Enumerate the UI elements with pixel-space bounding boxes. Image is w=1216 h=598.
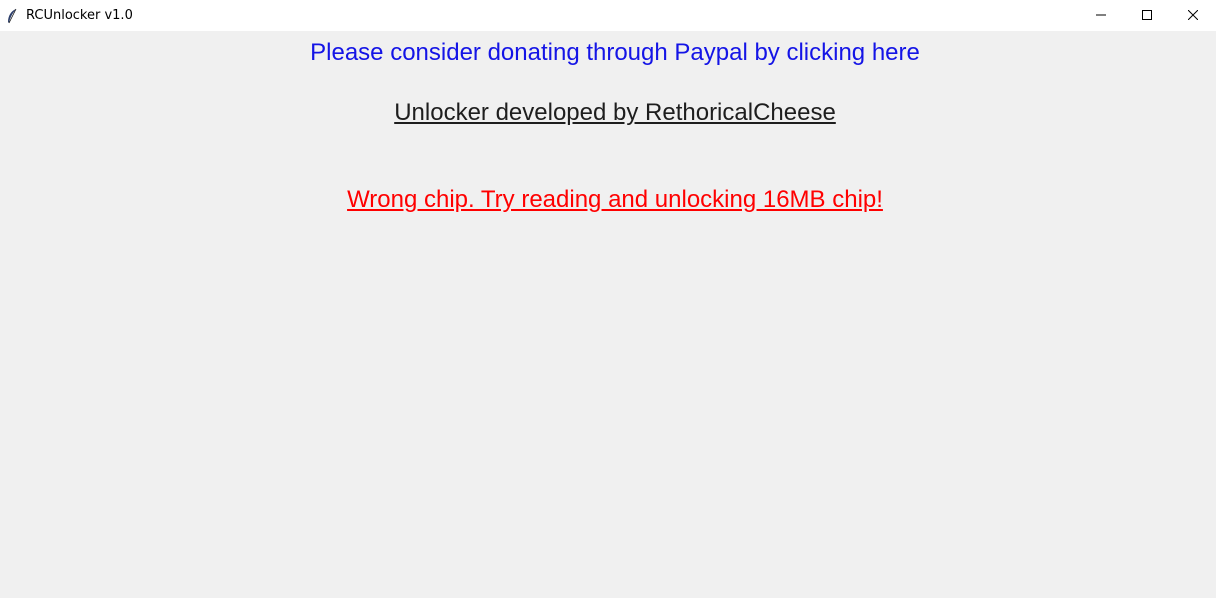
donate-link[interactable]: Please consider donating through Paypal … bbox=[0, 39, 1216, 67]
app-window: RCUnlocker v1.0 Please consider donating… bbox=[0, 0, 1216, 598]
close-button[interactable] bbox=[1170, 0, 1216, 31]
title-bar[interactable]: RCUnlocker v1.0 bbox=[0, 0, 1216, 31]
minimize-button[interactable] bbox=[1078, 0, 1124, 31]
feather-icon bbox=[4, 8, 20, 24]
close-icon bbox=[1187, 7, 1199, 25]
main-content: Please consider donating through Paypal … bbox=[0, 31, 1216, 598]
minimize-icon bbox=[1096, 7, 1106, 25]
window-title: RCUnlocker v1.0 bbox=[26, 8, 133, 23]
window-controls bbox=[1078, 0, 1216, 31]
developer-credit: Unlocker developed by RethoricalCheese bbox=[394, 99, 836, 126]
maximize-button[interactable] bbox=[1124, 0, 1170, 31]
maximize-icon bbox=[1142, 7, 1152, 25]
status-message: Wrong chip. Try reading and unlocking 16… bbox=[347, 186, 883, 213]
